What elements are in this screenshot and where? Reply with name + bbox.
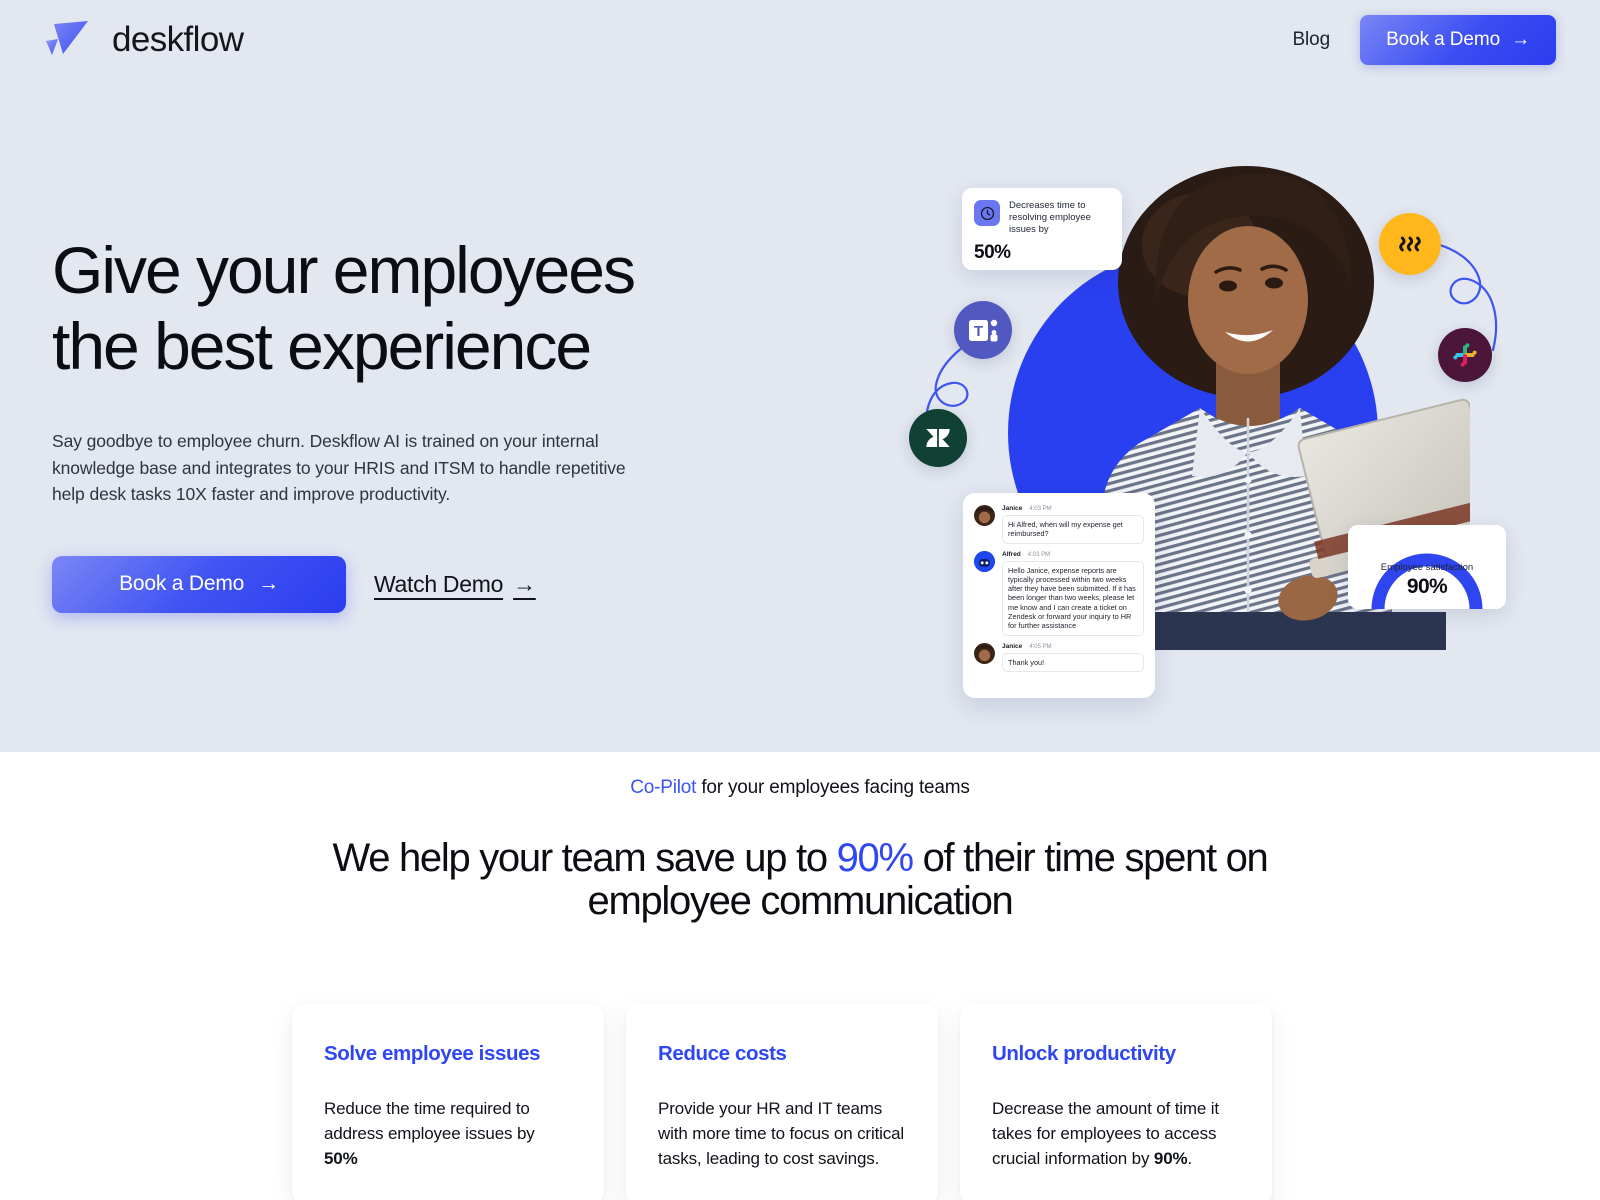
stat-card-value: 50% — [974, 242, 1011, 263]
stat-card-text: Decreases time to resolving employee iss… — [1009, 200, 1091, 235]
chat-message: Janice 4:05 PM Thank you! — [974, 642, 1144, 672]
chat-timestamp: 4:03 PM — [1027, 551, 1051, 558]
chat-meta: Alfred 4:03 PM — [1002, 551, 1144, 558]
feature-text-after: . — [1187, 1149, 1193, 1168]
avatar-glyph-icon — [974, 550, 995, 572]
clock-glyph-icon — [980, 206, 994, 220]
arrow-right-icon: → — [1511, 29, 1530, 50]
brand-name: deskflow — [112, 20, 244, 59]
co-pilot-section: Co-Pilot for your employees facing teams… — [0, 752, 1600, 1200]
book-a-demo-label: Book a Demo — [119, 572, 245, 595]
feature-card-unlock-productivity[interactable]: Unlock productivity Decrease the amount … — [960, 1004, 1272, 1200]
section-eyebrow: Co-Pilot for your employees facing teams — [0, 777, 1600, 799]
feature-card-text: Decrease the amount of time it takes for… — [992, 1096, 1240, 1171]
chat-text: Hi Alfred, when will my expense get reim… — [1002, 515, 1144, 544]
header-actions: Blog Book a Demo → — [1292, 15, 1556, 65]
hero-section: deskflow Blog Book a Demo → Give your em… — [0, 0, 1600, 752]
site-header: deskflow Blog Book a Demo → — [0, 0, 1600, 80]
book-a-demo-label: Book a Demo — [1386, 29, 1501, 50]
slack-icon — [1438, 328, 1492, 382]
chat-body: Alfred 4:03 PM Hello Janice, expense rep… — [1002, 551, 1144, 636]
rippling-glyph-icon — [1399, 236, 1421, 252]
watch-demo-link[interactable]: Watch Demo → — [374, 571, 536, 598]
gauge-label: Employee satisfaction — [1380, 562, 1474, 573]
clock-icon — [974, 200, 1000, 226]
chat-meta: Janice 4:05 PM — [1002, 643, 1144, 650]
section-heading: We help your team save up to 90% of thei… — [330, 837, 1270, 923]
chat-meta: Janice 4:03 PM — [1002, 505, 1144, 512]
rippling-icon — [1379, 213, 1441, 275]
microsoft-teams-icon: T — [954, 301, 1012, 359]
stat-card-resolution-time: Decreases time to resolving employee iss… — [962, 188, 1122, 270]
arrow-right-icon: → — [513, 570, 536, 597]
brand-logo[interactable]: deskflow — [44, 17, 244, 63]
chat-text: Hello Janice, expense reports are typica… — [1002, 560, 1144, 636]
zendesk-icon — [909, 409, 967, 467]
slack-glyph-icon — [1453, 343, 1477, 367]
hero-title-line-2: the best experience — [52, 309, 592, 383]
feature-card-title: Solve employee issues — [324, 1042, 541, 1065]
feature-card-reduce-costs[interactable]: Reduce costs Provide your HR and IT team… — [626, 1004, 938, 1200]
svg-text:T: T — [974, 323, 983, 340]
chat-body: Janice 4:05 PM Thank you! — [1002, 643, 1144, 672]
chat-author: Janice — [1002, 642, 1023, 650]
chat-author: Janice — [1002, 505, 1023, 512]
chat-preview-card: Janice 4:03 PM Hi Alfred, when will my e… — [963, 493, 1155, 698]
deskflow-paper-plane-logo-icon — [46, 21, 88, 55]
teams-glyph-icon: T — [969, 319, 998, 342]
chat-message: Janice 4:03 PM Hi Alfred, when will my e… — [974, 505, 1144, 544]
book-a-demo-button-header[interactable]: Book a Demo → — [1360, 15, 1556, 65]
stat-card-row: Decreases time to resolving employee iss… — [974, 200, 1108, 236]
feature-card-title: Unlock productivity — [992, 1042, 1176, 1065]
gauge-value: 90% — [1406, 575, 1448, 598]
feature-card-solve-employee-issues[interactable]: Solve employee issues Reduce the time re… — [292, 1004, 604, 1200]
hero-title-line-1: Give your employees — [52, 233, 636, 307]
user-avatar — [974, 505, 995, 526]
feature-card-title: Reduce costs — [658, 1042, 787, 1065]
book-a-demo-button-hero[interactable]: Book a Demo → — [52, 555, 346, 613]
section-eyebrow-accent: Co-Pilot — [630, 777, 697, 798]
user-avatar — [974, 642, 995, 664]
feature-text-before: Reduce the time required to address empl… — [324, 1099, 535, 1143]
arrow-right-icon: → — [258, 572, 279, 595]
avatar-glyph-icon — [974, 505, 995, 526]
chat-text: Thank you! — [1002, 652, 1144, 672]
feature-card-text: Provide your HR and IT teams with more t… — [658, 1096, 906, 1171]
hero-title: Give your employees the best experience — [52, 232, 692, 384]
zendesk-glyph-icon — [926, 429, 950, 447]
feature-text-before: Provide your HR and IT teams with more t… — [658, 1099, 905, 1168]
hero-copy: Give your employees the best experience … — [52, 232, 692, 613]
section-eyebrow-rest: for your employees facing teams — [696, 777, 970, 798]
hero-subtitle: Say goodbye to employee churn. Deskflow … — [52, 431, 626, 504]
feature-cards-row: Solve employee issues Reduce the time re… — [292, 1004, 1272, 1200]
bot-avatar — [974, 550, 995, 572]
stat-card-employee-satisfaction: Employee satisfaction 90% — [1348, 525, 1506, 609]
section-heading-part-1: We help your team save up to — [332, 836, 837, 880]
hero-cta-group: Book a Demo → Watch Demo → — [52, 555, 692, 613]
feature-text-bold: 90% — [1153, 1149, 1188, 1168]
chat-timestamp: 4:05 PM — [1029, 643, 1052, 650]
feature-card-text: Reduce the time required to address empl… — [324, 1096, 572, 1171]
nav-link-blog[interactable]: Blog — [1292, 29, 1330, 51]
page-root: deskflow Blog Book a Demo → Give your em… — [0, 0, 1600, 1200]
feature-text-bold: 50% — [324, 1149, 358, 1168]
avatar-glyph-icon — [974, 642, 995, 664]
chat-body: Janice 4:03 PM Hi Alfred, when will my e… — [1002, 505, 1144, 544]
watch-demo-label: Watch Demo — [374, 570, 504, 597]
chat-timestamp: 4:03 PM — [1029, 506, 1052, 512]
hero-illustration: T Decreases time to resolving employee i… — [900, 140, 1540, 720]
chat-author: Alfred — [1002, 550, 1021, 558]
chat-message: Alfred 4:03 PM Hello Janice, expense rep… — [974, 550, 1144, 636]
section-heading-accent: 90% — [836, 836, 914, 880]
